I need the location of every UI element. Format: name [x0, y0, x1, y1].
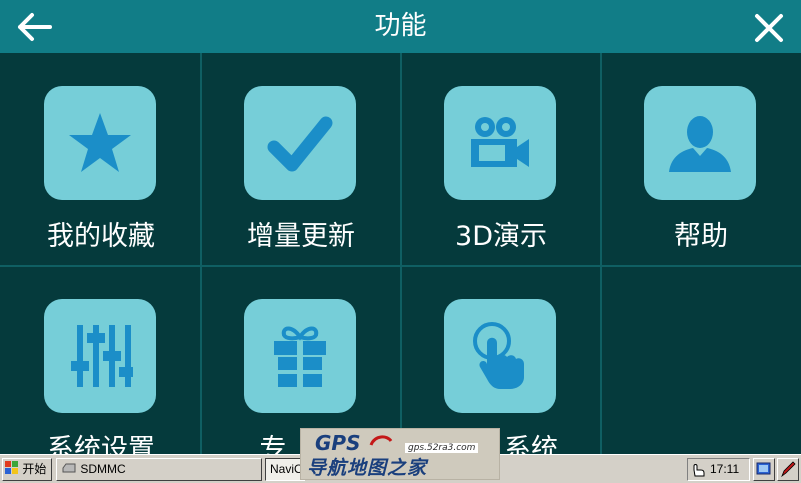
menu-item-incremental-update[interactable]: 增量更新 [202, 54, 400, 265]
menu-item-favorites[interactable]: 我的收藏 [2, 54, 200, 265]
video-camera-icon [471, 117, 529, 167]
watermark-brand: GPS [315, 431, 361, 455]
drive-icon [62, 463, 76, 473]
star-icon [69, 113, 131, 172]
special-tile [244, 299, 356, 413]
close-icon [755, 14, 783, 42]
sliders-icon [71, 325, 133, 387]
system-tray: 17:11 [687, 458, 750, 481]
grid-divider [200, 53, 202, 454]
favorites-tile [44, 86, 156, 200]
keyboard-icon [693, 464, 705, 477]
menu-item-3d-demo[interactable]: 3D演示 [402, 54, 600, 265]
watermark: GPS gps.52ra3.com 导航地图之家 [300, 428, 500, 480]
update-tile [244, 86, 356, 200]
start-button[interactable]: 开始 [2, 458, 52, 481]
person-icon [669, 116, 731, 172]
grid-divider [0, 265, 801, 267]
menu-item-label: 系统设置 [47, 434, 155, 454]
grid-divider [400, 53, 402, 454]
clock: 17:11 [710, 462, 740, 476]
system-tile [444, 299, 556, 413]
title-bar: 功能 [0, 0, 801, 53]
pen-input-button[interactable] [777, 458, 799, 481]
signal-arc-icon [369, 435, 393, 446]
menu-item-label: 我的收藏 [47, 221, 155, 252]
demo-tile [444, 86, 556, 200]
task-label: NaviO [270, 462, 304, 476]
menu-item-system-settings[interactable]: 系统设置 [2, 267, 200, 454]
menu-empty-cell [602, 267, 800, 454]
watermark-slogan: 导航地图之家 [307, 457, 428, 479]
pen-icon [781, 461, 796, 478]
taskbar-task-sdmmc[interactable]: SDMMC [56, 458, 262, 481]
menu-item-label: 帮助 [674, 221, 728, 252]
page-title: 功能 [374, 11, 427, 41]
menu-item-special[interactable]: 专 [202, 267, 400, 454]
start-label: 开始 [22, 462, 47, 476]
touch-hand-icon [473, 322, 524, 389]
close-button[interactable] [751, 8, 787, 46]
help-tile [644, 86, 756, 200]
menu-item-help[interactable]: 帮助 [602, 54, 800, 265]
desktop-button[interactable] [753, 458, 775, 481]
menu-item-label: 3D演示 [455, 221, 547, 252]
menu-item-system[interactable]: 系统 [402, 267, 600, 454]
checkmark-icon [267, 116, 333, 172]
menu-item-label: 增量更新 [247, 221, 355, 252]
task-label: SDMMC [80, 462, 126, 476]
taskbar-task-navi[interactable]: NaviO [265, 458, 305, 481]
settings-tile [44, 299, 156, 413]
desktop-icon [756, 462, 771, 475]
watermark-url: gps.52ra3.com [405, 443, 479, 453]
windows-logo-icon [5, 461, 18, 474]
grid-divider [600, 53, 602, 454]
gift-icon [274, 326, 326, 387]
